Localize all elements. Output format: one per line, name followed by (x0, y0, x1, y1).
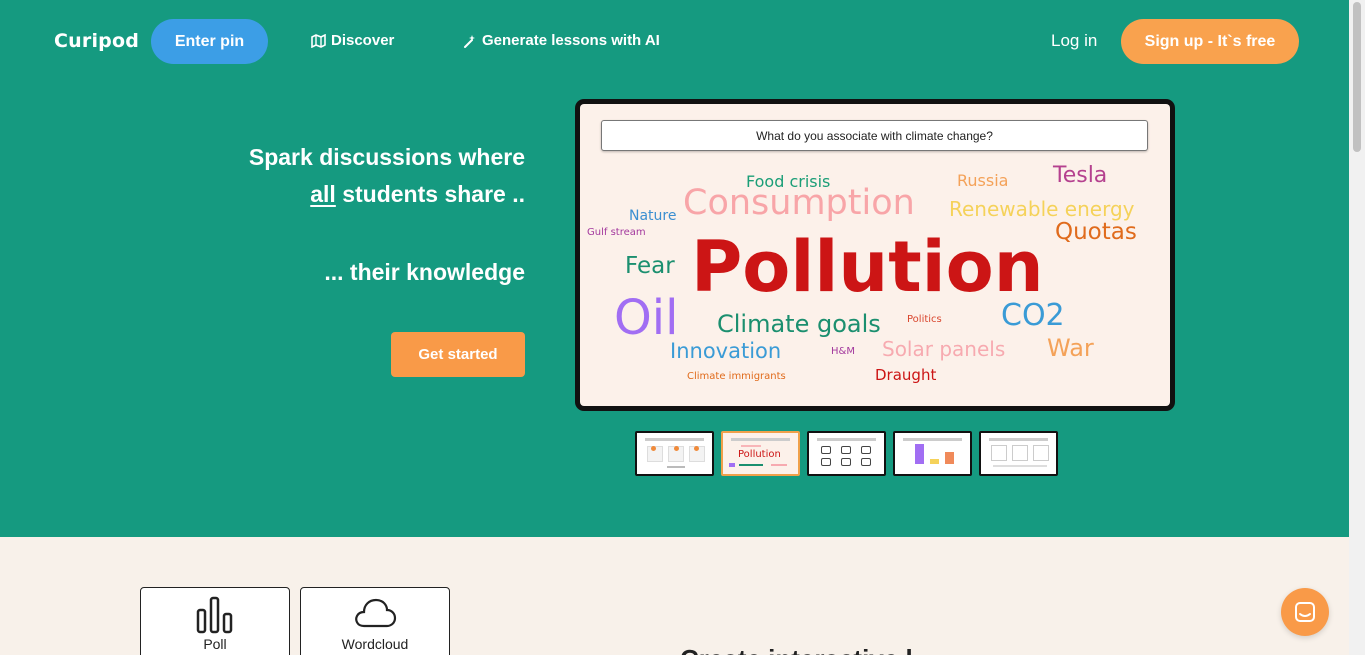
word: Consumption (683, 183, 915, 223)
hero-headline-line3: ... their knowledge (324, 259, 525, 285)
word: Draught (875, 366, 937, 384)
word: Politics (907, 314, 942, 325)
get-started-button[interactable]: Get started (391, 332, 525, 377)
signup-button[interactable]: Sign up - It`s free (1121, 19, 1299, 64)
generate-lessons-label: Generate lessons with AI (482, 32, 660, 49)
wordcloud-card-label: Wordcloud (341, 636, 409, 652)
word: Tesla (1053, 163, 1108, 188)
slide-thumbnail-5[interactable] (979, 431, 1058, 476)
hero-headline-line2: all students share .. (310, 181, 525, 208)
thumbnail-word: Pollution (738, 449, 781, 460)
word: Quotas (1055, 219, 1137, 245)
wordcloud-slide: What do you associate with climate chang… (580, 104, 1170, 406)
scrollbar-thumb[interactable] (1353, 2, 1361, 152)
generate-lessons-link[interactable]: Generate lessons with AI (462, 32, 660, 49)
word-pollution: Pollution (691, 226, 1044, 308)
map-icon (311, 33, 326, 48)
word: Renewable energy (949, 197, 1135, 221)
wordcloud-card[interactable]: Wordcloud (300, 587, 450, 655)
word: War (1047, 334, 1094, 362)
enter-pin-button[interactable]: Enter pin (151, 19, 268, 64)
slide-thumbnails: Pollution (635, 431, 1058, 476)
magic-wand-icon (464, 34, 475, 48)
word: Russia (957, 171, 1009, 190)
hero-headline-line2-rest: students share .. (335, 181, 525, 207)
slide-thumbnail-2[interactable]: Pollution (721, 431, 800, 476)
word: CO2 (1001, 298, 1065, 333)
discover-label: Discover (331, 32, 395, 49)
chat-icon (1295, 602, 1315, 622)
word: Nature (629, 208, 677, 224)
poll-card[interactable]: Poll (140, 587, 290, 655)
bar-chart-icon (196, 596, 233, 634)
word: Oil (614, 290, 679, 346)
slide-preview: What do you associate with climate chang… (575, 99, 1175, 411)
slide-thumbnail-1[interactable] (635, 431, 714, 476)
slide-thumbnail-4[interactable] (893, 431, 972, 476)
poll-card-label: Poll (203, 636, 227, 652)
word: Innovation (670, 339, 782, 363)
cloud-icon (355, 598, 397, 628)
word: Climate goals (717, 310, 881, 338)
discover-link[interactable]: Discover (311, 32, 394, 49)
chat-button[interactable] (1281, 588, 1329, 636)
hero-emphasis: all (310, 181, 336, 207)
word: Gulf stream (587, 227, 646, 238)
curipod-logo[interactable]: Curipod (54, 30, 139, 52)
page-scrollbar[interactable] (1349, 0, 1365, 655)
word: Solar panels (882, 337, 1006, 361)
word: Climate immigrants (687, 371, 786, 382)
login-link[interactable]: Log in (1051, 31, 1097, 51)
section-heading: Create interactive l (680, 644, 913, 655)
word: H&M (831, 346, 855, 357)
slide-thumbnail-3[interactable] (807, 431, 886, 476)
word: Fear (625, 253, 675, 279)
slide-question: What do you associate with climate chang… (601, 120, 1148, 151)
hero-headline-line1: Spark discussions where (248, 144, 525, 170)
